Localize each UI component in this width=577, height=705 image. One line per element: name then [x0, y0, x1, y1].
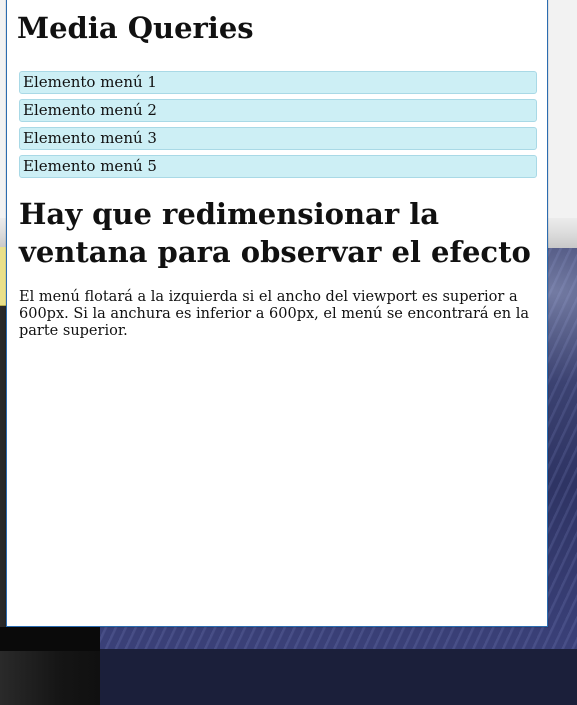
menu-item-2[interactable]: Elemento menú 2 [19, 99, 537, 122]
description-text: El menú flotará a la izquierda si el anc… [19, 289, 529, 339]
page-title: Media Queries [17, 11, 254, 45]
browser-window: Media Queries Elemento menú 1 Elemento m… [6, 0, 548, 627]
menu: Elemento menú 1 Elemento menú 2 Elemento… [19, 71, 537, 178]
page-content: Media Queries Elemento menú 1 Elemento m… [17, 0, 537, 340]
menu-item-3[interactable]: Elemento menú 3 [19, 127, 537, 150]
background-window-footer [0, 627, 100, 651]
section-heading: Hay que redimensionar la ventana para ob… [19, 197, 531, 269]
menu-item-5[interactable]: Elemento menú 5 [19, 155, 537, 178]
menu-item-1[interactable]: Elemento menú 1 [19, 71, 537, 94]
